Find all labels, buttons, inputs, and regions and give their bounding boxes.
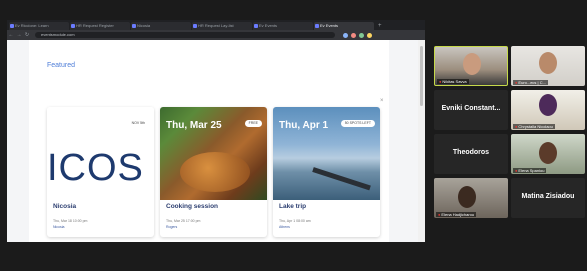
participant-name: ●Euro...ecs | C... <box>513 80 548 85</box>
participant-tile[interactable]: ●Chrystalla Nicolaou <box>511 90 585 130</box>
page-scrollbar[interactable] <box>418 40 425 242</box>
event-title: Cooking session <box>166 203 219 210</box>
event-card[interactable]: ICOS NOV 5th Nicosia Thu, Mar 18 10:00 p… <box>47 107 154 237</box>
event-datetime: Thu, Mar 25 17:00 pm <box>166 219 201 223</box>
event-location: Rogers <box>166 225 178 229</box>
section-title: Featured <box>47 62 76 69</box>
extension-icon[interactable] <box>343 32 348 38</box>
food-image <box>180 152 250 192</box>
participant-video <box>539 52 557 74</box>
participant-tile[interactable]: ●Nikitas Savva <box>434 46 508 86</box>
event-badge: 50 SPOTS LEFT <box>340 120 375 127</box>
pier-image <box>312 167 371 191</box>
favicon-icon <box>254 24 258 28</box>
event-date-overlay: Thu, Mar 25 <box>166 120 222 131</box>
event-datetime: Thu, Apr 1 08:00 am <box>279 219 311 223</box>
participant-video <box>539 142 557 164</box>
participant-tile[interactable]: Matina Zisiadou <box>511 178 585 218</box>
favicon-icon <box>71 24 75 28</box>
participant-display-name: Matina Zisiadou <box>521 193 575 200</box>
participant-tile[interactable]: ●Elena Hadjicharou <box>434 178 508 218</box>
tab-label: Ev Riccione: Learn <box>15 23 49 28</box>
tab-label: HR Request Register <box>76 23 114 28</box>
url-field[interactable]: eventsmodule.com <box>35 32 335 38</box>
tab-label: Ev Events <box>320 23 339 28</box>
browser-tab-active[interactable]: Ev Events <box>314 22 374 30</box>
new-tab-button[interactable]: + <box>375 22 382 30</box>
participant-video <box>539 94 557 116</box>
event-title: Lake trip <box>279 203 307 210</box>
browser-tab[interactable]: Ev Riccione: Learn <box>9 22 69 30</box>
event-location: Nicosia <box>53 225 65 229</box>
back-icon[interactable]: ← <box>7 32 15 38</box>
event-location: Athens <box>279 225 290 229</box>
favicon-icon <box>132 24 136 28</box>
browser-tab[interactable]: Nicosia <box>131 22 191 30</box>
tab-label: Ev Events <box>259 23 278 28</box>
participant-tile[interactable]: Evniki Constant... <box>434 90 508 130</box>
extension-icon[interactable] <box>351 32 356 38</box>
event-badge: FREE <box>244 120 262 127</box>
participant-video <box>458 186 476 208</box>
participant-display-name: Theodoros <box>452 149 490 156</box>
tab-label: Nicosia <box>137 23 151 28</box>
favicon-icon <box>315 24 319 28</box>
event-title: Nicosia <box>53 203 77 210</box>
participant-video <box>463 53 481 75</box>
event-card[interactable]: Thu, Mar 25 FREE Cooking session Thu, Ma… <box>160 107 267 237</box>
page-content: Featured × ICOS NOV 5th Nicosia Thu, Mar… <box>29 40 389 242</box>
icos-logo-text: ICOS <box>47 147 144 189</box>
participant-name: ●Chrystalla Nicolaou <box>513 124 555 129</box>
participant-tile[interactable]: ●Elena Spaniou <box>511 134 585 174</box>
browser-tab[interactable]: HR Request Register <box>70 22 130 30</box>
event-date-overlay: Thu, Apr 1 <box>279 120 329 131</box>
participant-tile[interactable]: Theodoros <box>434 134 508 174</box>
forward-icon[interactable]: → <box>15 32 23 38</box>
address-bar-row: ← → ↻ eventsmodule.com <box>7 30 425 40</box>
browser-tab[interactable]: Ev Events <box>253 22 313 30</box>
participant-tile[interactable]: ●Euro...ecs | C... <box>511 46 585 86</box>
close-icon[interactable]: × <box>380 98 384 104</box>
event-badge: NOV 5th <box>127 120 149 127</box>
browser-tab[interactable]: HR Request Lay-list <box>192 22 252 30</box>
extension-icons <box>343 32 375 38</box>
participant-name: ●Elena Spaniou <box>513 168 547 173</box>
participant-name: ●Elena Hadjicharou <box>436 212 477 217</box>
event-datetime: Thu, Mar 18 10:00 pm <box>53 219 88 223</box>
scrollbar-thumb[interactable] <box>420 46 423 106</box>
participant-name: ●Nikitas Savva <box>437 79 469 84</box>
zoom-meeting-window: Ev Riccione: Learn HR Request Register N… <box>0 0 587 271</box>
shared-browser-window: Ev Riccione: Learn HR Request Register N… <box>7 20 425 242</box>
extension-icon[interactable] <box>359 32 364 38</box>
tab-label: HR Request Lay-list <box>198 23 234 28</box>
favicon-icon <box>193 24 197 28</box>
favicon-icon <box>10 24 14 28</box>
tab-strip: Ev Riccione: Learn HR Request Register N… <box>7 20 425 30</box>
web-page: Featured × ICOS NOV 5th Nicosia Thu, Mar… <box>7 40 425 242</box>
profile-avatar-icon[interactable] <box>367 32 372 38</box>
participant-display-name: Evniki Constant... <box>441 105 501 112</box>
reload-icon[interactable]: ↻ <box>23 32 31 38</box>
event-card[interactable]: Thu, Apr 1 50 SPOTS LEFT Lake trip Thu, … <box>273 107 380 237</box>
